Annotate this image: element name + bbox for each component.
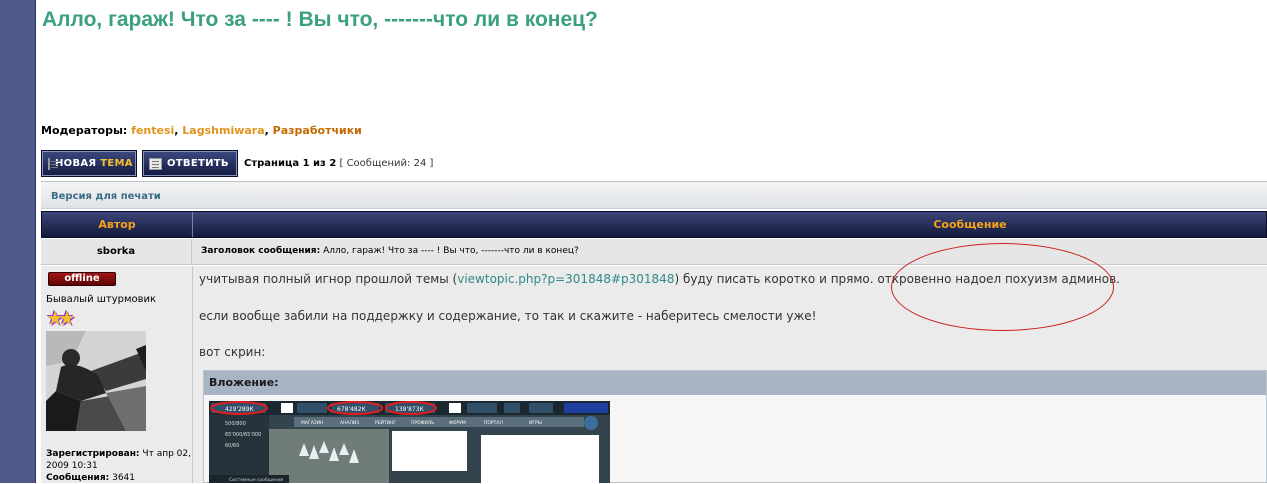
posts-count: 3641 [112, 473, 135, 483]
forum-page: Алло, гараж! Что за ---- ! Вы что, -----… [36, 0, 1267, 483]
new-topic-label-b: ТЕМА [100, 158, 133, 169]
moderators-line: Модераторы: fentesi, Lagshmiwara, Разраб… [41, 124, 362, 137]
attachment-label: Вложение: [204, 371, 1266, 395]
post-count: [ Сообщений: 24 ] [339, 158, 434, 169]
res1-text: 429'289К [225, 406, 255, 413]
avatar-image [46, 331, 146, 431]
reply-button[interactable]: ОТВЕТИТЬ [142, 150, 238, 177]
posts-label: Сообщения: [46, 473, 110, 483]
svg-text:500/800: 500/800 [225, 421, 246, 427]
game-screenshot: 429'289К 678'482К 138'873К 500/800 65'00… [209, 401, 610, 483]
svg-text:РЕЙТИНГ: РЕЙТИНГ [375, 419, 396, 426]
rank-stars-icon: ★★ [46, 306, 76, 330]
post-subject-label: Заголовок сообщения: [201, 246, 321, 256]
page-title[interactable]: Алло, гараж! Что за ---- ! Вы что, -----… [42, 8, 598, 32]
document-icon [149, 157, 162, 170]
print-version-link[interactable]: Версия для печати [51, 191, 161, 202]
svg-text:ФОРУМ: ФОРУМ [449, 420, 466, 426]
posts-table-header: Автор Сообщение [41, 211, 1267, 238]
attachment-image[interactable]: 429'289К 678'482К 138'873К 500/800 65'00… [209, 401, 610, 483]
page-counter: Страница 1 из 2 [244, 158, 337, 169]
svg-text:МАГАЗИН: МАГАЗИН [301, 420, 323, 426]
svg-text:АНАЛИЗ: АНАЛИЗ [340, 420, 359, 426]
pagination-info: Страница 1 из 2 [ Сообщений: 24 ] [244, 158, 433, 169]
svg-text:60/60: 60/60 [225, 443, 239, 449]
left-frame-border [0, 0, 36, 483]
moderator-link-developers[interactable]: Разработчики [273, 124, 362, 137]
svg-text:65'000/65'000: 65'000/65'000 [225, 432, 261, 438]
new-topic-label-a: НОВАЯ [55, 158, 97, 169]
post-line-2: если вообще забили на поддержку и содерж… [199, 309, 817, 323]
svg-text:ПРОФИЛЬ: ПРОФИЛЬ [411, 420, 434, 426]
post-subject-text: Алло, гараж! Что за ---- ! Вы что, -----… [323, 246, 579, 256]
moderator-link-lagshmiwara[interactable]: Lagshmiwara [182, 124, 264, 137]
reply-label: ОТВЕТИТЬ [167, 158, 229, 169]
registered-label: Зарегистрирован: [46, 449, 140, 459]
post-link[interactable]: viewtopic.php?p=301848#p301848 [457, 272, 674, 286]
moderator-link-fentesi[interactable]: fentesi [131, 124, 174, 137]
avatar [46, 331, 146, 431]
user-rank: Бывалый штурмовик [46, 294, 157, 305]
author-column-header: Автор [42, 212, 193, 237]
post-author-name[interactable]: sborka [41, 239, 192, 264]
attachment-box: Вложение: 429'289К 678'482К 138'873К 500… [203, 370, 1267, 483]
author-profile: offline Бывалый штурмовик ★★ Зарегистрир… [41, 266, 193, 483]
status-badge: offline [48, 272, 116, 286]
red-annotation-ellipse [891, 243, 1114, 331]
post-line-3: вот скрин: [199, 345, 266, 359]
print-bar: Версия для печати [41, 181, 1267, 209]
res3-text: 138'873К [395, 406, 425, 413]
registration-info: Зарегистрирован: Чт апр 02, 2009 10:31 С… [46, 448, 192, 484]
post-subject: Заголовок сообщения: Алло, гараж! Что за… [201, 246, 579, 256]
svg-text:Системные сообщения: Системные сообщения [229, 477, 284, 483]
message-column-header: Сообщение [933, 218, 1007, 231]
new-topic-button[interactable]: НОВАЯ ТЕМА [41, 150, 137, 177]
document-icon [48, 157, 58, 170]
svg-text:ПОРТАЛ: ПОРТАЛ [484, 420, 503, 426]
svg-text:ИГРЫ: ИГРЫ [529, 420, 542, 426]
moderators-label: Модераторы: [41, 124, 128, 137]
res2-text: 678'482К [337, 406, 367, 413]
